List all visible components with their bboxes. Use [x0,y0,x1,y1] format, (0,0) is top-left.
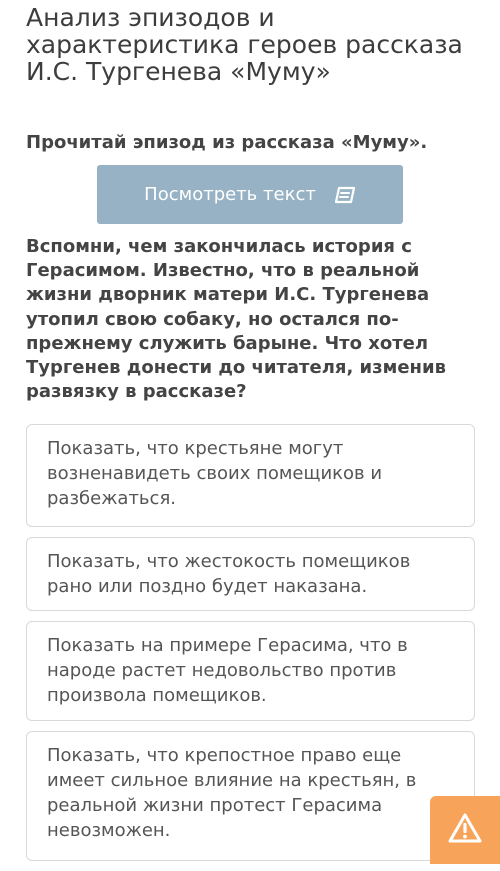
task-instruction: Прочитай эпизод из рассказа «Муму». [26,132,428,153]
lesson-title: Анализ эпизодов и характеристика героев … [26,3,463,86]
question-text: Вспомни, чем закончилась история с Герас… [26,236,446,403]
answer-option-3[interactable]: Показать на примере Герасима, что в наро… [26,621,475,721]
view-text-button[interactable]: Посмотреть текст [97,165,403,224]
view-text-label: Посмотреть текст [144,184,316,205]
warning-icon [447,812,483,848]
answer-option-2[interactable]: Показать, что жестокость помещиков рано … [26,537,475,611]
answer-option-4[interactable]: Показать, что крепостное право еще имеет… [26,731,475,861]
answer-option-1[interactable]: Показать, что крестьяне могут возненавид… [26,424,475,527]
report-problem-button[interactable] [430,796,500,864]
answer-options: Показать, что крестьяне могут возненавид… [26,424,475,871]
book-icon [334,186,356,204]
